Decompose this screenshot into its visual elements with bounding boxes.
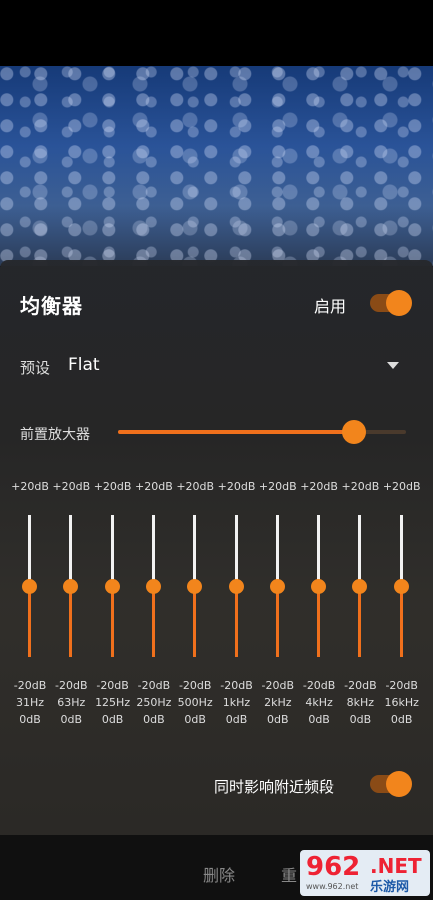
preamp-slider-knob[interactable] — [342, 420, 367, 444]
preamp-slider[interactable] — [118, 420, 406, 444]
dropdown-arrow-icon[interactable] — [387, 362, 399, 369]
status-bar — [0, 0, 433, 66]
band-track-lower — [358, 586, 362, 657]
band-min-label: -20dB — [385, 679, 418, 692]
equalizer-panel — [0, 260, 433, 835]
band-track-upper — [193, 515, 197, 586]
band-track-upper — [317, 515, 321, 586]
band-max-label: +20dB — [382, 480, 421, 493]
reset-button[interactable]: 重 — [281, 862, 297, 886]
band-knob[interactable] — [63, 578, 79, 594]
band-track-upper — [399, 515, 403, 586]
band-knob[interactable] — [228, 578, 244, 594]
band-track-lower — [28, 586, 31, 657]
background-image — [0, 66, 433, 266]
band-track-lower — [193, 586, 197, 657]
page-title: 均衡器 — [20, 294, 83, 318]
band-knob[interactable] — [269, 578, 285, 594]
band-knob[interactable] — [187, 578, 203, 594]
band-knob[interactable] — [393, 578, 409, 594]
band-track-lower — [234, 586, 238, 657]
band-track-lower — [151, 586, 155, 657]
watermark-net: .NET — [370, 854, 422, 878]
band-track-lower — [317, 586, 321, 657]
band-track-lower — [399, 586, 403, 657]
toggle-knob — [386, 771, 412, 797]
band-knob[interactable] — [352, 578, 368, 594]
band-track-upper — [28, 515, 31, 586]
band-knob[interactable] — [22, 578, 37, 594]
preamp-label: 前置放大器 — [20, 427, 90, 443]
band-track-upper — [110, 515, 114, 586]
band-knob[interactable] — [145, 578, 161, 594]
preset-select[interactable]: Flat — [68, 355, 100, 375]
band-track-upper — [69, 515, 73, 586]
band-knob[interactable] — [104, 578, 120, 594]
watermark-logo: 962 .NET 乐游网 www.962.net — [300, 850, 430, 896]
affect-nearby-label: 同时影响附近频段 — [214, 778, 335, 796]
band-knob[interactable] — [311, 578, 327, 594]
toggle-knob — [386, 290, 412, 316]
preset-label: 预设 — [20, 359, 51, 377]
watermark-site-name: 乐游网 — [370, 880, 410, 895]
band-track-lower — [110, 586, 114, 657]
band-track-lower — [69, 586, 73, 657]
affect-nearby-toggle[interactable] — [370, 771, 412, 797]
enable-label: 启用 — [314, 297, 347, 316]
band-frequency-label: 16kHz — [384, 696, 419, 709]
delete-button[interactable]: 删除 — [203, 862, 235, 886]
band-track-upper — [275, 515, 279, 586]
band-track-upper — [358, 515, 362, 586]
enable-toggle[interactable] — [370, 290, 412, 316]
preamp-slider-fill — [118, 430, 355, 434]
band-track-upper — [234, 515, 238, 586]
watermark-url: www.962.net — [306, 882, 359, 891]
band-gain-value: 0dB — [390, 713, 413, 726]
watermark-number: 962 — [306, 852, 361, 882]
band-track-upper — [151, 515, 155, 586]
band-track-lower — [275, 586, 279, 657]
